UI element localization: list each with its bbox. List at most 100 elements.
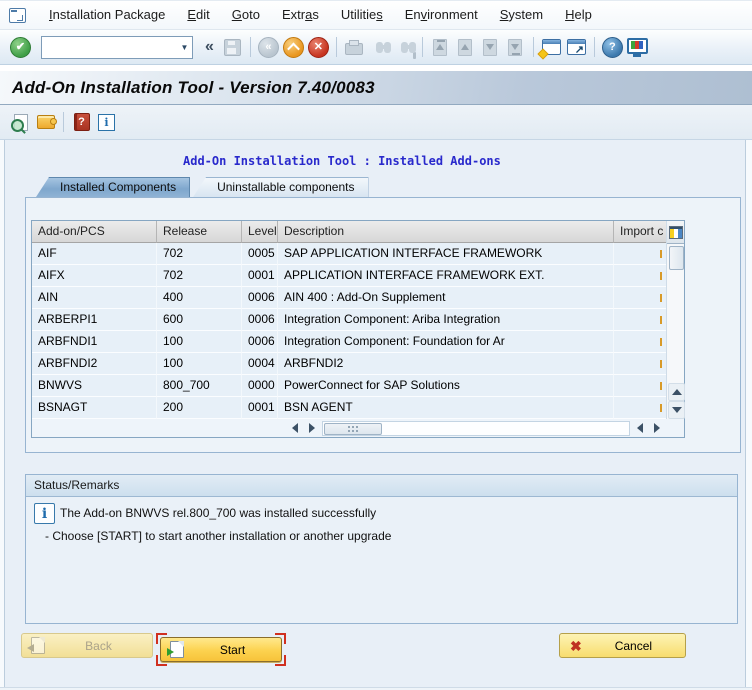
next-page-icon[interactable] bbox=[480, 37, 501, 58]
status-panel: Status/Remarks i The Add-on BNWVS rel.80… bbox=[25, 474, 738, 624]
menu-item-installation-package[interactable]: Installation Package bbox=[38, 1, 176, 29]
create-shortcut-icon[interactable]: ↗ bbox=[566, 37, 587, 58]
help-icon[interactable]: ? bbox=[602, 37, 623, 58]
cancel-button[interactable]: ✖ Cancel bbox=[559, 633, 686, 658]
table-row[interactable]: ARBFNDI21000004ARBFNDI2 bbox=[32, 353, 666, 375]
column-header-description[interactable]: Description bbox=[278, 221, 614, 243]
import-status-indicator bbox=[660, 250, 662, 258]
scroll-left-icon[interactable] bbox=[287, 420, 303, 436]
info-icon: i bbox=[34, 503, 55, 524]
table-settings-icon[interactable] bbox=[667, 221, 684, 244]
import-status-indicator bbox=[660, 338, 662, 346]
horizontal-scrollbar[interactable] bbox=[32, 419, 684, 437]
cell-description: Integration Component: Ariba Integration bbox=[278, 309, 614, 331]
vertical-scrollbar[interactable] bbox=[666, 221, 684, 419]
first-page-icon[interactable] bbox=[430, 37, 451, 58]
scroll-down-icon[interactable] bbox=[668, 401, 685, 419]
horizontal-scrollbar-thumb[interactable] bbox=[324, 423, 382, 435]
menu-item-goto[interactable]: Goto bbox=[221, 1, 271, 29]
column-header-release[interactable]: Release bbox=[157, 221, 242, 243]
find-icon[interactable] bbox=[369, 37, 390, 58]
exit-icon[interactable] bbox=[283, 37, 304, 58]
logs-icon[interactable] bbox=[35, 112, 56, 133]
screen-title: Add-On Installation Tool : Installed Add… bbox=[183, 154, 501, 168]
enter-icon[interactable]: ✔ bbox=[10, 37, 31, 58]
table-header-row: Add-on/PCSReleaseLevelDescriptionImport … bbox=[32, 221, 666, 243]
column-header-import-c[interactable]: Import c bbox=[614, 221, 666, 243]
table-row[interactable]: BSNAGT2000001BSN AGENT bbox=[32, 397, 666, 419]
collapse-toolbar-icon[interactable]: « bbox=[205, 38, 214, 56]
back-doc-icon bbox=[31, 637, 45, 654]
vertical-scrollbar-thumb[interactable] bbox=[669, 246, 684, 270]
cell-level: 0001 bbox=[242, 397, 278, 419]
scroll-up-icon[interactable] bbox=[668, 383, 685, 401]
scroll-right-icon[interactable] bbox=[649, 420, 665, 436]
back-icon[interactable]: « bbox=[258, 37, 279, 58]
table-row[interactable]: ARBFNDI11000006Integration Component: Fo… bbox=[32, 331, 666, 353]
menu-item-extras[interactable]: Extras bbox=[271, 1, 330, 29]
table-row[interactable]: BNWVS800_7000000PowerConnect for SAP Sol… bbox=[32, 375, 666, 397]
import-status-indicator bbox=[660, 316, 662, 324]
tab-strip: Installed ComponentsUninstallable compon… bbox=[36, 177, 372, 197]
cancel-icon[interactable]: ✕ bbox=[308, 37, 329, 58]
cell-description: AIN 400 : Add-On Supplement bbox=[278, 287, 614, 309]
table-row[interactable]: ARBERPI16000006Integration Component: Ar… bbox=[32, 309, 666, 331]
status-panel-title: Status/Remarks bbox=[26, 475, 737, 497]
display-details-icon[interactable] bbox=[10, 112, 31, 133]
tab-installed-components[interactable]: Installed Components bbox=[36, 177, 190, 197]
command-field[interactable]: ▼ bbox=[41, 36, 193, 59]
cell-description: Integration Component: Foundation for Ar bbox=[278, 331, 614, 353]
menu-item-utilities[interactable]: Utilities bbox=[330, 1, 394, 29]
screen-left-edge bbox=[0, 140, 5, 690]
customize-layout-icon[interactable] bbox=[627, 37, 648, 58]
save-icon[interactable] bbox=[222, 37, 243, 58]
status-panel-body: i The Add-on BNWVS rel.800_700 was insta… bbox=[26, 497, 737, 624]
new-session-icon[interactable] bbox=[541, 37, 562, 58]
print-icon[interactable] bbox=[344, 37, 365, 58]
cell-addon: AIFX bbox=[32, 265, 157, 287]
dropdown-arrow-icon[interactable]: ▼ bbox=[177, 43, 192, 52]
cell-level: 0006 bbox=[242, 331, 278, 353]
table-row[interactable]: AIN4000006AIN 400 : Add-On Supplement bbox=[32, 287, 666, 309]
cell-import-status bbox=[614, 243, 666, 265]
cell-addon: ARBFNDI2 bbox=[32, 353, 157, 375]
cancel-button-label: Cancel bbox=[582, 639, 685, 653]
back-button[interactable]: Back bbox=[21, 633, 153, 658]
cell-description: BSN AGENT bbox=[278, 397, 614, 419]
column-header-add-on-pcs[interactable]: Add-on/PCS bbox=[32, 221, 157, 243]
menu-item-environment[interactable]: Environment bbox=[394, 1, 489, 29]
find-next-icon[interactable] bbox=[394, 37, 415, 58]
information-icon[interactable]: i bbox=[96, 112, 117, 133]
cell-release: 702 bbox=[157, 265, 242, 287]
start-button[interactable]: Start bbox=[160, 637, 282, 662]
check-glyph: ✔ bbox=[16, 42, 25, 53]
import-status-indicator bbox=[660, 404, 662, 412]
column-header-level[interactable]: Level bbox=[242, 221, 278, 243]
cell-level: 0004 bbox=[242, 353, 278, 375]
sap-window: Installation PackageEditGotoExtrasUtilit… bbox=[0, 0, 752, 690]
table-row[interactable]: AIF7020005SAP APPLICATION INTERFACE FRAM… bbox=[32, 243, 666, 265]
system-menu-icon[interactable] bbox=[9, 8, 26, 23]
toolbar-separator bbox=[63, 112, 64, 132]
menu-item-edit[interactable]: Edit bbox=[176, 1, 220, 29]
documentation-icon[interactable]: ? bbox=[71, 112, 92, 133]
scroll-left-icon[interactable] bbox=[632, 420, 648, 436]
cell-description: PowerConnect for SAP Solutions bbox=[278, 375, 614, 397]
tab-panel: Add-on/PCSReleaseLevelDescriptionImport … bbox=[25, 197, 741, 453]
table-row[interactable]: AIFX7020001APPLICATION INTERFACE FRAMEWO… bbox=[32, 265, 666, 287]
horizontal-scrollbar-track[interactable] bbox=[322, 421, 630, 436]
window-title: Add-On Installation Tool - Version 7.40/… bbox=[0, 78, 375, 98]
command-input[interactable] bbox=[42, 39, 177, 56]
menu-item-system[interactable]: System bbox=[489, 1, 554, 29]
cell-level: 0005 bbox=[242, 243, 278, 265]
previous-page-icon[interactable] bbox=[455, 37, 476, 58]
cell-addon: ARBFNDI1 bbox=[32, 331, 157, 353]
last-page-icon[interactable] bbox=[505, 37, 526, 58]
scroll-right-icon[interactable] bbox=[304, 420, 320, 436]
start-button-label: Start bbox=[184, 643, 281, 657]
cell-level: 0006 bbox=[242, 309, 278, 331]
cell-description: ARBFNDI2 bbox=[278, 353, 614, 375]
tab-uninstallable-components[interactable]: Uninstallable components bbox=[193, 177, 368, 197]
menu-item-help[interactable]: Help bbox=[554, 1, 603, 29]
cell-import-status bbox=[614, 309, 666, 331]
